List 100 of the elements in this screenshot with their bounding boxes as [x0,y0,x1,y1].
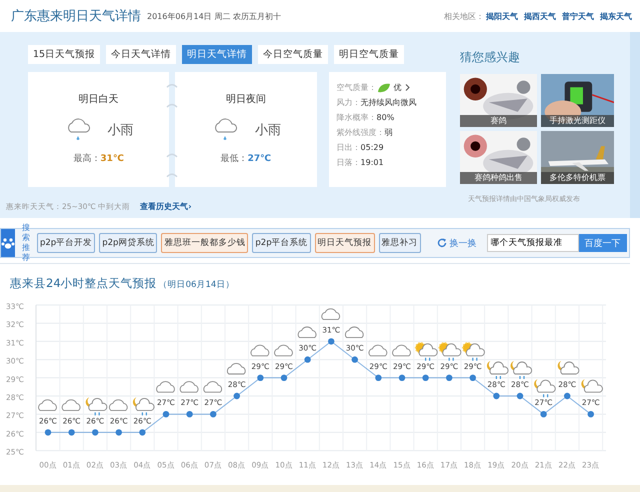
temp-label: 最低： [220,154,248,164]
search-tag[interactable]: p2p平台系统 [252,233,311,253]
data-point [162,411,170,418]
data-point [422,374,429,381]
ad-thumbnail[interactable]: 手持激光测距仪 [541,74,614,127]
refresh-icon [436,238,447,248]
cloud-icon [226,362,246,374]
detail-value: 无持续风向微风 [360,97,417,108]
section-title: 猜您感兴趣 [460,49,521,66]
sun-rain-icon [414,342,438,362]
tab[interactable]: 今日空气质量 [258,45,328,64]
detail-label: 紫外线强度： [336,127,385,138]
cloud-icon [274,344,293,356]
data-point [516,392,524,400]
ad-thumbnail[interactable]: 多伦多特价机票 [541,131,614,184]
detail-label: 日落： [336,157,361,168]
data-point [328,338,334,345]
data-point [116,429,122,436]
data-point [493,392,500,400]
search-tag[interactable]: p2p网贷系统 [99,233,158,253]
page-title: 广东惠来明日天气详情 [11,8,141,25]
paw-badge [1,229,15,257]
moon-rain-icon [132,397,154,416]
cloud-icon [38,399,57,411]
detail-label: 降水概率： [336,112,377,123]
moon-cloud-icon [581,379,603,393]
cloud-icon [203,381,222,393]
search-tag[interactable]: 雅思班一般都多少钱 [161,233,248,253]
data-point [564,392,570,400]
region-link[interactable]: 揭西天气 [524,10,556,22]
data-point [139,429,146,436]
data-point [44,429,52,436]
moon-rain-icon [534,379,556,398]
detail-label: 风力： [336,97,361,108]
forecast-date: （明日06月14日） [158,279,234,291]
search-tag[interactable]: 雅思补习 [378,233,421,253]
moon-rain-icon [486,361,508,380]
temp-value: 31℃ [100,154,124,164]
data-point [92,429,98,436]
detail-label: 日出： [336,142,361,153]
chevron-icon [404,84,410,91]
period-title: 明日夜间 [226,92,266,106]
search-tag[interactable]: 明日天气预报 [314,233,375,253]
data-point [540,411,547,418]
cloud-icon [180,381,198,393]
tab[interactable]: 15日天气预报 [28,45,100,64]
search-recommend-label: 搜索推荐 [22,223,30,263]
temp-label: 最高： [73,154,100,164]
cloud-icon [108,399,128,411]
cloud-icon [368,344,388,356]
detail-value: 19:01 [360,158,384,167]
detail-label: 空气质量： [336,82,377,93]
detail-value: 优 [394,82,402,93]
thumbnail-caption: 赛鸽 [460,115,537,127]
data-point [304,356,311,363]
region-link[interactable]: 揭阳天气 [486,10,518,22]
detail-value: 05:29 [360,143,384,152]
period-title: 明日白天 [78,93,119,106]
tab[interactable]: 明日空气质量 [334,45,404,64]
detail-value: 80% [376,113,394,122]
sun-rain-icon [462,342,485,362]
region-link[interactable]: 揭东天气 [600,10,632,22]
cloud-icon [298,326,316,338]
data-point [398,374,406,381]
leaf-icon [376,82,391,92]
history-link[interactable]: 查看历史天气› [140,201,192,212]
data-point [446,374,452,381]
temp-value: 27℃ [248,154,272,164]
ad-thumbnail[interactable]: 赛鸽 [460,74,537,127]
date-text: 2016年06月14日 周二 农历五月初十 [147,10,281,22]
data-point [210,411,216,418]
search-field[interactable]: 哪个天气预报最准 [486,234,579,252]
detail-value: 弱 [384,127,393,138]
cloud-icon [62,399,80,411]
search-button[interactable]: 百度一下 [578,234,627,252]
data-point [375,374,382,381]
tab[interactable]: 明日天气详情 [182,45,252,64]
weather-text: 小雨 [254,122,281,139]
data-point [234,392,240,400]
moon-rain-icon [510,361,532,380]
data-point [280,374,288,381]
forecast-title: 惠来县24小时整点天气预报 [10,276,157,291]
cloud-icon [250,344,270,356]
cloud-icon [321,308,340,320]
thumbnail-caption: 赛鸽种鸽出售 [460,172,537,184]
ad-thumbnail[interactable]: 赛鸽种鸽出售 [460,131,537,184]
data-point [470,374,476,381]
moon-cloud-icon [558,361,580,374]
related-label: 相关地区： [444,10,484,22]
weather-text: 小雨 [108,122,134,139]
cloud-icon [156,381,175,393]
tab[interactable]: 今日天气详情 [106,45,176,64]
cloud-icon [392,344,411,356]
data-point [352,356,358,363]
refresh-link[interactable]: 换一换 [436,236,477,250]
moon-rain-icon [86,397,108,416]
region-link[interactable]: 普宁天气 [562,10,594,22]
data-point [186,411,193,418]
search-tag[interactable]: p2p平台开发 [37,233,96,253]
data-point [68,429,75,436]
